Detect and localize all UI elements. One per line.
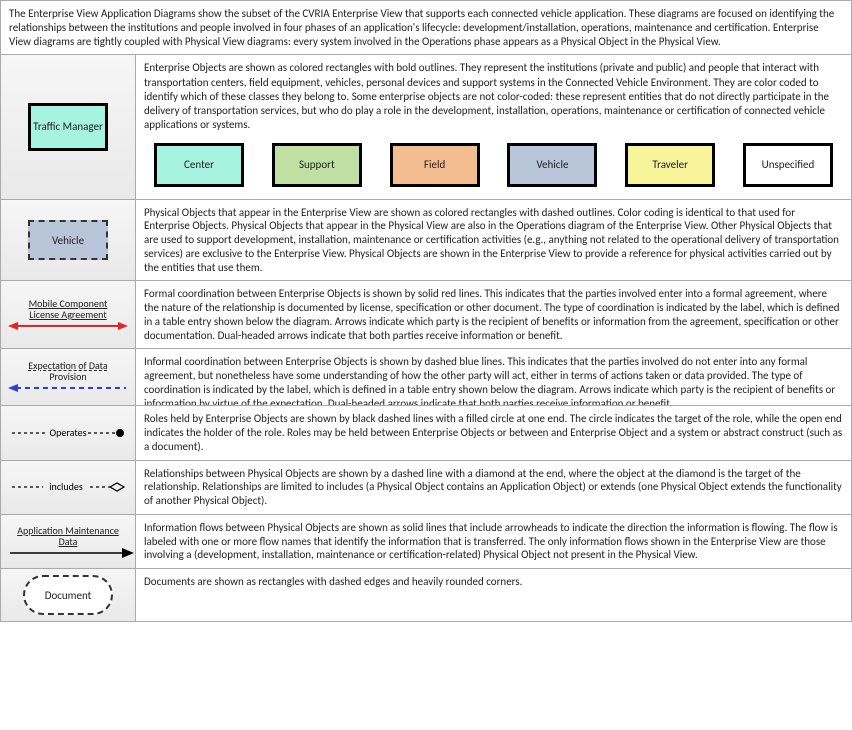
- physical-object-box: Vehicle: [28, 220, 108, 260]
- document-label: Document: [45, 589, 92, 602]
- includes-graphic: includes: [8, 479, 128, 495]
- black-arrow-icon: [8, 547, 134, 559]
- row-includes: includes Relationships between Physical …: [1, 461, 851, 515]
- legend-unspecified: Unspecified: [743, 143, 833, 187]
- svg-text:Operates: Operates: [50, 426, 87, 439]
- desc-roles: Roles held by Enterprise Objects are sho…: [136, 406, 851, 459]
- icon-enterprise-object: Traffic Manager: [1, 55, 136, 198]
- row-physical-objects: Vehicle Physical Objects that appear in …: [1, 200, 851, 282]
- row-informal-coordination: Expectation of Data Provision Informal c…: [1, 349, 851, 406]
- desc-flow: Information flows between Physical Objec…: [136, 515, 851, 568]
- desc-document: Documents are shown as rectangles with d…: [136, 569, 851, 621]
- row-enterprise-objects: Traffic Manager Enterprise Objects are s…: [1, 55, 851, 199]
- icon-role: Operates: [1, 406, 136, 459]
- flow-graphic: Application Maintenance Data: [8, 525, 128, 559]
- desc-informal: Informal coordination between Enterprise…: [136, 349, 851, 405]
- row-document: Document Documents are shown as rectangl…: [1, 569, 851, 621]
- role-line-graphic: Operates: [8, 425, 128, 441]
- desc-physical-objects: Physical Objects that appear in the Ente…: [136, 200, 851, 281]
- row-roles: Operates Roles held by Enterprise Object…: [1, 406, 851, 460]
- desc-includes: Relationships between Physical Objects a…: [136, 461, 851, 514]
- icon-informal: Expectation of Data Provision: [1, 349, 136, 405]
- color-legend-row: Center Support Field Vehicle Traveler Un…: [144, 143, 843, 193]
- legend-support: Support: [272, 143, 362, 187]
- includes-dashed-diamond-icon: includes: [8, 479, 128, 495]
- enterprise-object-label: Traffic Manager: [33, 121, 103, 133]
- red-arrow-icon: [8, 320, 128, 332]
- document-box: Document: [23, 575, 113, 615]
- physical-object-label: Vehicle: [52, 234, 84, 247]
- blue-dashed-arrow-icon: [8, 382, 128, 394]
- enterprise-object-box: Traffic Manager: [28, 103, 108, 151]
- icon-physical-object: Vehicle: [1, 200, 136, 281]
- icon-formal: Mobile Component License Agreement: [1, 281, 136, 348]
- row-formal-coordination: Mobile Component License Agreement Forma…: [1, 281, 851, 349]
- intro-text: The Enterprise View Application Diagrams…: [1, 1, 851, 55]
- enterprise-objects-text: Enterprise Objects are shown as colored …: [144, 61, 843, 132]
- legend-field: Field: [390, 143, 480, 187]
- formal-arrow-graphic: Mobile Component License Agreement: [8, 298, 128, 332]
- legend-center: Center: [154, 143, 244, 187]
- desc-enterprise-objects: Enterprise Objects are shown as colored …: [136, 55, 851, 198]
- desc-formal: Formal coordination between Enterprise O…: [136, 281, 851, 348]
- icon-document: Document: [1, 569, 136, 621]
- icon-flow: Application Maintenance Data: [1, 515, 136, 568]
- icon-includes: includes: [1, 461, 136, 514]
- legend-vehicle: Vehicle: [507, 143, 597, 187]
- legend-traveler: Traveler: [625, 143, 715, 187]
- role-dashed-line-icon: Operates: [8, 425, 128, 441]
- row-information-flow: Application Maintenance Data Information…: [1, 515, 851, 569]
- informal-arrow-graphic: Expectation of Data Provision: [8, 360, 128, 394]
- legend-table: The Enterprise View Application Diagrams…: [0, 0, 852, 622]
- svg-text:includes: includes: [49, 480, 83, 493]
